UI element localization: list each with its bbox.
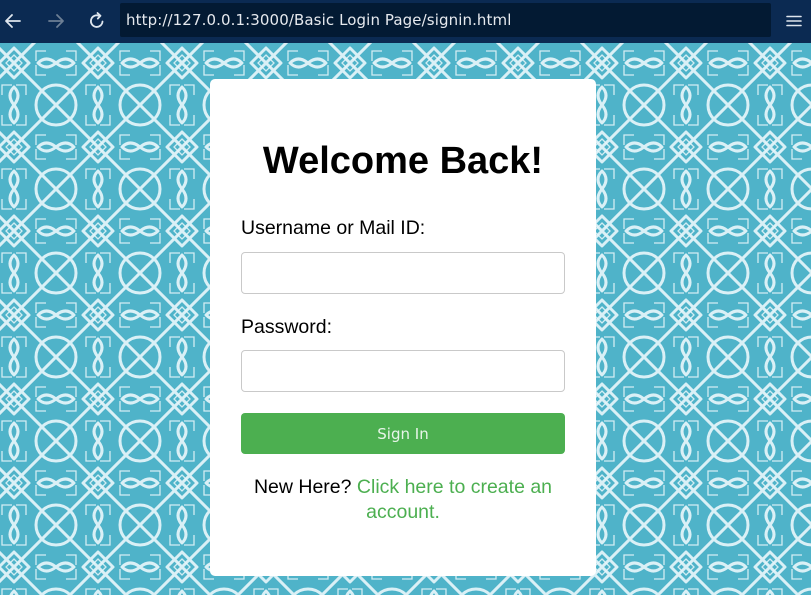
address-bar[interactable]: http://127.0.0.1:3000/Basic Login Page/s…	[120, 3, 771, 37]
password-input[interactable]	[241, 350, 565, 392]
sign-in-button[interactable]: Sign In	[241, 413, 565, 454]
address-url: http://127.0.0.1:3000/Basic Login Page/s…	[126, 11, 512, 29]
reload-button[interactable]	[84, 8, 110, 34]
hamburger-menu-icon	[786, 15, 802, 27]
username-input[interactable]	[241, 252, 565, 294]
login-card: Welcome Back! Username or Mail ID: Passw…	[210, 79, 596, 576]
username-label: Username or Mail ID:	[241, 217, 426, 239]
arrow-right-icon	[48, 14, 64, 28]
password-label: Password:	[241, 316, 333, 338]
forward-button[interactable]	[43, 8, 69, 34]
reload-icon	[90, 12, 104, 28]
arrow-left-icon	[5, 14, 21, 28]
create-account-link[interactable]: Click here to create an account.	[357, 476, 552, 523]
page-viewport: Welcome Back! Username or Mail ID: Passw…	[0, 43, 811, 595]
menu-button[interactable]	[783, 10, 805, 32]
browser-toolbar: http://127.0.0.1:3000/Basic Login Page/s…	[0, 0, 811, 43]
signup-prompt: New Here? Click here to create an accoun…	[230, 475, 576, 525]
back-button[interactable]	[0, 8, 26, 34]
page-title: Welcome Back!	[262, 140, 544, 182]
signup-prompt-text: New Here?	[253, 476, 352, 498]
